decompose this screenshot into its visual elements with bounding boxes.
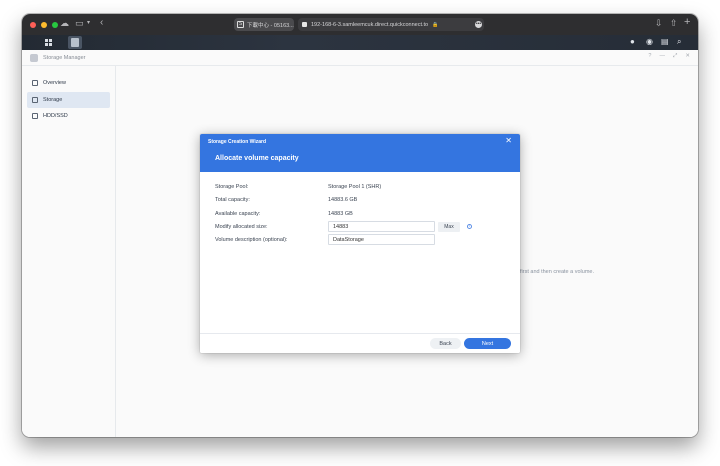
volume-description-input[interactable]: DataStorage — [328, 234, 435, 245]
wizard-header: Storage Creation Wizard ✕ Allocate volum… — [200, 134, 520, 172]
total-capacity-row: Total capacity: 14883.6 GB — [215, 194, 505, 205]
close-window-button[interactable] — [30, 21, 36, 28]
more-icon[interactable]: ••• — [475, 21, 482, 28]
grid-icon — [44, 39, 52, 46]
available-capacity-label: Available capacity: — [215, 210, 261, 217]
storage-creation-wizard: Storage Creation Wizard ✕ Allocate volum… — [200, 134, 520, 353]
tab-label: 下載中心 - 05163... — [247, 22, 294, 29]
sidebar-toggle-icon[interactable]: ▭ — [75, 19, 84, 28]
share-icon[interactable]: ⇧ — [670, 19, 678, 28]
back-icon[interactable]: ‹ — [100, 18, 103, 28]
storage-pool-label: Storage Pool: — [215, 183, 249, 190]
widgets-icon[interactable]: ▤ — [661, 38, 669, 46]
wizard-window-title: Storage Creation Wizard — [208, 139, 267, 145]
back-button[interactable]: Back — [430, 338, 461, 349]
available-capacity-row: Available capacity: 14883 GB — [215, 208, 505, 219]
storage-pool-value: Storage Pool 1 (SHR) — [328, 183, 382, 190]
chat-icon[interactable]: ● — [630, 38, 635, 46]
tab-download-center[interactable]: S 下載中心 - 05163... — [234, 18, 294, 31]
next-button[interactable]: Next — [464, 338, 511, 349]
search-icon[interactable]: ⌕ — [677, 38, 681, 46]
wizard-heading: Allocate volume capacity — [215, 155, 299, 162]
dsm-taskbar: ● ◉ ▤ ⌕ — [22, 35, 698, 50]
download-icon[interactable]: ⇩ — [655, 19, 663, 28]
address-text: 192-168-6-3.samleemcuk.direct.quickconne… — [311, 21, 429, 28]
tab-quickconnect[interactable]: 192-168-6-3.samleemcuk.direct.quickconne… — [298, 18, 484, 31]
allocated-size-input[interactable]: 14883 — [328, 221, 435, 232]
max-button[interactable]: Max — [438, 221, 460, 232]
available-capacity-value: 14883 GB — [328, 210, 353, 217]
info-icon[interactable]: i — [467, 224, 472, 229]
new-tab-icon[interactable]: + — [684, 17, 690, 28]
safari-toolbar: ☁ ▭ ▾ ‹ S 下載中心 - 05163... 192-168-6-3.sa… — [22, 14, 698, 35]
storage-pool-row: Storage Pool: Storage Pool 1 (SHR) — [215, 181, 505, 192]
taskbar-storage-manager-button[interactable] — [68, 36, 82, 49]
user-icon[interactable]: ◉ — [646, 38, 653, 46]
volume-description-label: Volume description (optional): — [215, 236, 288, 243]
chevron-down-icon[interactable]: ▾ — [87, 20, 90, 26]
storage-manager-icon — [71, 38, 79, 47]
browser-window: ☁ ▭ ▾ ‹ S 下載中心 - 05163... 192-168-6-3.sa… — [22, 14, 698, 437]
close-icon[interactable]: ✕ — [505, 137, 512, 145]
wizard-footer: Back Next — [200, 333, 520, 353]
lock-icon: 🔒 — [432, 21, 439, 28]
window-traffic-lights — [30, 21, 58, 28]
zoom-window-button[interactable] — [52, 21, 58, 28]
minimize-window-button[interactable] — [41, 21, 47, 28]
allocated-size-row: Modify allocated size: 14883 Max i — [215, 221, 505, 232]
icloud-tabs-icon[interactable]: ☁ — [60, 19, 69, 28]
total-capacity-label: Total capacity: — [215, 196, 250, 203]
tab-favicon: S — [237, 21, 244, 28]
total-capacity-value: 14883.6 GB — [328, 196, 358, 203]
main-menu-button[interactable] — [41, 36, 55, 49]
tab-favicon — [302, 22, 307, 27]
volume-description-row: Volume description (optional): DataStora… — [215, 234, 505, 245]
allocated-size-label: Modify allocated size: — [215, 223, 268, 230]
